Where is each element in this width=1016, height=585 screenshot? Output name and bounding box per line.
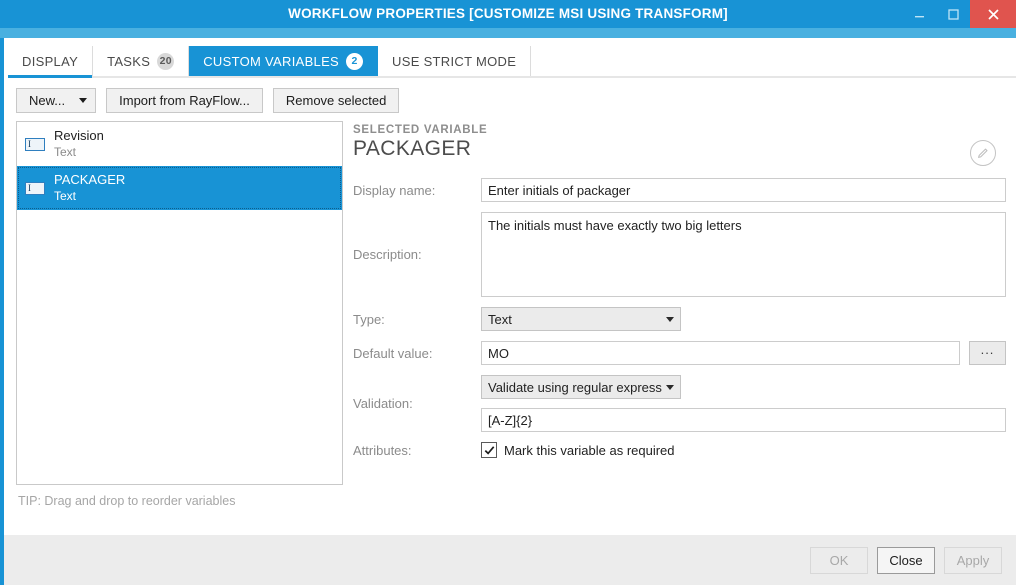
list-item-texts: Revision Text: [54, 128, 104, 159]
title-bar: WORKFLOW PROPERTIES [CUSTOMIZE MSI USING…: [0, 0, 1016, 28]
chevron-down-icon: [666, 317, 674, 322]
type-field: Text: [481, 307, 1006, 331]
tab-strip-filler: [531, 46, 1016, 76]
list-item-type: Text: [54, 189, 125, 204]
import-from-rayflow-button[interactable]: Import from RayFlow...: [106, 88, 263, 113]
tab-custom-variables-badge: 2: [346, 53, 363, 70]
tab-strip: DISPLAY TASKS 20 CUSTOM VARIABLES 2 USE …: [4, 46, 1016, 76]
tab-display[interactable]: DISPLAY: [8, 46, 93, 76]
type-label: Type:: [353, 312, 481, 327]
variables-toolbar: New... Import from RayFlow... Remove sel…: [4, 78, 1016, 121]
content-shell: DISPLAY TASKS 20 CUSTOM VARIABLES 2 USE …: [4, 38, 1016, 535]
dialog-footer: OK Close Apply: [4, 535, 1016, 585]
chevron-down-icon: [79, 98, 87, 103]
default-value-label: Default value:: [353, 346, 481, 361]
attributes-row: Attributes: Mark this variable as requir…: [353, 442, 1006, 458]
maximize-icon: [948, 9, 959, 20]
window-title: WORKFLOW PROPERTIES [CUSTOMIZE MSI USING…: [0, 0, 1016, 28]
default-value-field: ...: [481, 341, 1006, 365]
tab-custom-variables-label: CUSTOM VARIABLES: [203, 54, 339, 69]
variables-list[interactable]: I Revision Text I PACKAGER Text: [16, 121, 343, 485]
tab-tasks[interactable]: TASKS 20: [93, 46, 189, 76]
tab-tasks-badge: 20: [157, 53, 174, 70]
ok-button[interactable]: OK: [810, 547, 868, 574]
pencil-circle-icon: [976, 146, 990, 160]
list-item[interactable]: I PACKAGER Text: [17, 166, 342, 210]
tab-use-strict-mode-label: USE STRICT MODE: [392, 54, 516, 69]
description-field: [481, 212, 1006, 297]
close-icon: [987, 8, 1000, 21]
attributes-label: Attributes:: [353, 443, 481, 458]
maximize-button[interactable]: [936, 0, 970, 28]
validation-stack: Validate using regular expressio: [481, 375, 1006, 432]
import-from-rayflow-label: Import from RayFlow...: [119, 93, 250, 108]
variable-form: Display name: Description: Type:: [353, 178, 1006, 458]
checkmark-icon: [484, 445, 495, 456]
required-checkbox[interactable]: [481, 442, 497, 458]
display-name-label: Display name:: [353, 183, 481, 198]
type-select[interactable]: Text: [481, 307, 681, 331]
description-row: Description:: [353, 212, 1006, 297]
new-variable-button[interactable]: New...: [16, 88, 96, 113]
close-dialog-button-label: Close: [889, 553, 922, 568]
apply-button[interactable]: Apply: [944, 547, 1002, 574]
default-value-input[interactable]: [481, 341, 960, 365]
default-value-browse-label: ...: [981, 345, 995, 355]
required-checkbox-row[interactable]: Mark this variable as required: [481, 442, 675, 458]
reorder-tip: TIP: Drag and drop to reorder variables: [16, 485, 343, 508]
tab-custom-variables[interactable]: CUSTOM VARIABLES 2: [189, 46, 378, 76]
apply-button-label: Apply: [957, 553, 990, 568]
window-controls: [902, 0, 1016, 28]
list-item-name: Revision: [54, 128, 104, 144]
validation-pattern-input[interactable]: [481, 408, 1006, 432]
display-name-row: Display name:: [353, 178, 1006, 202]
variable-detail-panel: SELECTED VARIABLE PACKAGER Display name:: [343, 121, 1006, 531]
default-value-row: Default value: ...: [353, 341, 1006, 365]
display-name-input[interactable]: [481, 178, 1006, 202]
default-value-browse-button[interactable]: ...: [969, 341, 1006, 365]
close-dialog-button[interactable]: Close: [877, 547, 935, 574]
new-variable-label: New...: [29, 93, 65, 108]
list-item-name: PACKAGER: [54, 172, 125, 188]
page-title: PACKAGER: [353, 137, 1006, 161]
description-label: Description:: [353, 247, 481, 262]
minimize-button[interactable]: [902, 0, 936, 28]
type-select-value: Text: [488, 312, 662, 327]
variables-panel: I Revision Text I PACKAGER Text: [16, 121, 343, 531]
description-textarea[interactable]: [481, 212, 1006, 297]
validation-mode-value: Validate using regular expressio: [488, 380, 662, 395]
text-variable-icon: I: [25, 182, 45, 195]
list-item-texts: PACKAGER Text: [54, 172, 125, 203]
close-button[interactable]: [970, 0, 1016, 28]
remove-selected-button[interactable]: Remove selected: [273, 88, 399, 113]
list-item[interactable]: I Revision Text: [17, 122, 342, 166]
main-area: I Revision Text I PACKAGER Text: [4, 121, 1016, 531]
tab-display-label: DISPLAY: [22, 54, 78, 69]
type-row: Type: Text: [353, 307, 1006, 331]
minimize-icon: [914, 9, 925, 20]
validation-mode-select[interactable]: Validate using regular expressio: [481, 375, 681, 399]
validation-label: Validation:: [353, 396, 481, 411]
validation-row: Validation: Validate using regular expre…: [353, 375, 1006, 432]
remove-selected-label: Remove selected: [286, 93, 386, 108]
chevron-down-icon: [666, 385, 674, 390]
tab-tasks-label: TASKS: [107, 54, 150, 69]
text-variable-icon: I: [25, 138, 45, 151]
edit-variable-button[interactable]: [970, 140, 996, 166]
selected-variable-kicker: SELECTED VARIABLE: [353, 124, 1006, 136]
ok-button-label: OK: [830, 553, 849, 568]
dialog-window: WORKFLOW PROPERTIES [CUSTOMIZE MSI USING…: [0, 0, 1016, 585]
validation-field: Validate using regular expressio: [481, 375, 1006, 432]
display-name-field: [481, 178, 1006, 202]
attributes-field: Mark this variable as required: [481, 442, 1006, 458]
list-item-type: Text: [54, 145, 104, 160]
title-accent-band: [0, 28, 1016, 38]
required-checkbox-label: Mark this variable as required: [504, 443, 675, 458]
tab-use-strict-mode[interactable]: USE STRICT MODE: [378, 46, 531, 76]
